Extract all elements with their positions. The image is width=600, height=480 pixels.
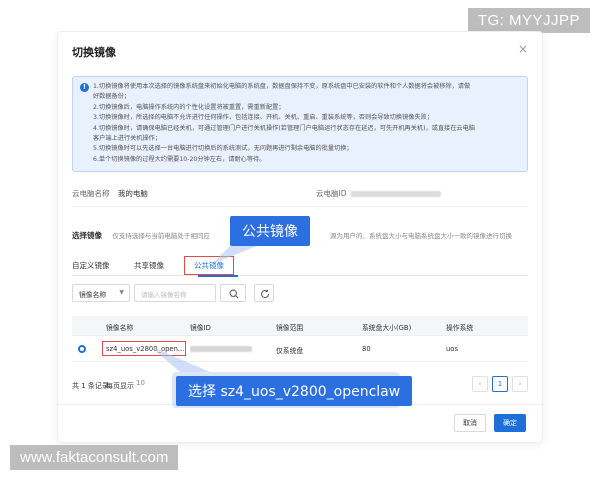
- callout-select-image: 选择 sz4_uos_v2800_openclaw: [176, 376, 413, 406]
- prev-page-button[interactable]: ‹: [472, 376, 488, 392]
- pager: ‹ 1 ›: [472, 376, 528, 394]
- col-header-id: 镜像ID: [190, 324, 211, 332]
- image-tabs: 自定义镜像 共享镜像 公共镜像: [72, 256, 528, 277]
- image-name-search-input[interactable]: 请输入镜像名称: [134, 284, 216, 302]
- page-1-button[interactable]: 1: [492, 376, 508, 392]
- watermark-bottom: www.faktaconsult.com: [10, 445, 179, 470]
- row-radio-selected[interactable]: [78, 345, 86, 353]
- page: TG: MYYJJPP 切换镜像 × ! 1.切换镜像将使用本次选择的镜像系统盘…: [0, 0, 600, 480]
- info-icon: !: [80, 83, 89, 92]
- notice-box: ! 1.切换镜像将使用本次选择的镜像系统盘来初始化电脑的系统盘，数据盘保持不变，…: [72, 76, 528, 172]
- pc-name-label: 云电脑名称: [72, 189, 110, 198]
- select-image-desc-tail: 源为用户的、系统盘大小与电脑系统盘大小一致的镜像进行切换: [330, 232, 512, 240]
- tab-shared-image[interactable]: 共享镜像: [134, 260, 164, 271]
- next-page-button[interactable]: ›: [512, 376, 528, 392]
- notice-line: 客户端上进行关机操作；: [93, 135, 162, 143]
- watermark-top: TG: MYYJJPP: [467, 8, 590, 33]
- search-icon: [229, 289, 239, 299]
- chevron-down-icon: ▼: [119, 289, 124, 296]
- pc-id-label: 云电脑ID: [316, 189, 347, 198]
- notice-line: 4.切换镜像时，请确保电脑已经关机，可通过管理门户进行关机操作(若管理门户电脑运…: [93, 124, 475, 132]
- image-table: 镜像名称 镜像ID 镜像范围 系统盘大小(GB) 操作系统 sz4_uos_v2…: [72, 316, 528, 362]
- tab-custom-image[interactable]: 自定义镜像: [72, 260, 110, 271]
- row-image-name: sz4_uos_v2800_open...: [102, 341, 186, 356]
- notice-line: 3.切换镜像时，所选择的电脑不允许进行任何操作，包括连接、开机、关机、重启、重装…: [93, 114, 434, 122]
- per-page-select[interactable]: 10: [136, 379, 145, 387]
- close-icon[interactable]: ×: [518, 42, 528, 56]
- row-disk-size: 80: [362, 345, 371, 353]
- per-page-label: 每页显示: [106, 382, 134, 390]
- tab-public-image[interactable]: 公共镜像: [184, 256, 234, 275]
- filter-field-select[interactable]: 镜像名称 ▼: [72, 284, 130, 302]
- pc-info-row: 云电脑名称 我的电脑 云电脑ID: [72, 188, 528, 199]
- pc-id-value-redacted: [350, 191, 441, 197]
- row-image-id-redacted: [190, 346, 252, 352]
- divider: [72, 206, 528, 207]
- notice-line: 好数据备份；: [93, 93, 131, 101]
- col-header-scope: 镜像范围: [276, 324, 304, 332]
- select-image-label: 选择镜像: [72, 231, 102, 240]
- col-header-name: 镜像名称: [106, 324, 134, 332]
- active-tab-underline: [198, 275, 238, 277]
- confirm-button[interactable]: 确定: [494, 414, 526, 432]
- total-records: 共 1 条记录: [72, 382, 109, 390]
- table-header: 镜像名称 镜像ID 镜像范围 系统盘大小(GB) 操作系统: [72, 316, 528, 336]
- notice-line: 2.切换镜像后，电脑操作系统内的个性化设置将被重置，需重新配置；: [93, 103, 285, 111]
- notice-line: 1.切换镜像将使用本次选择的镜像系统盘来初始化电脑的系统盘，数据盘保持不变，原系…: [93, 83, 471, 90]
- dialog-title: 切换镜像: [72, 46, 116, 59]
- refresh-button[interactable]: [254, 284, 274, 302]
- select-image-desc: 仅支持选择与当前电脑处于相同应: [112, 232, 210, 240]
- pc-id-field: 云电脑ID: [316, 188, 441, 199]
- notice-line: 6.单个切换镜像的过程大约需要10-20分钟左右，请耐心等待。: [93, 155, 266, 163]
- row-os: uos: [446, 345, 459, 353]
- cancel-button[interactable]: 取消: [454, 414, 486, 432]
- notice-line: 5.切换镜像时可以先选择一台电脑进行切换后的系统测试，无问题再进行剩余电脑的批量…: [93, 145, 353, 153]
- search-button[interactable]: [220, 284, 246, 302]
- callout-public-image: 公共镜像: [230, 216, 310, 246]
- row-image-scope: 仅系统盘: [276, 347, 304, 355]
- filter-field-value: 镜像名称: [79, 291, 107, 299]
- pc-name-value: 我的电脑: [117, 189, 148, 198]
- col-header-disk: 系统盘大小(GB): [362, 324, 412, 332]
- col-header-os: 操作系统: [446, 324, 474, 332]
- refresh-icon: [261, 289, 270, 299]
- table-row[interactable]: sz4_uos_v2800_open... 仅系统盘 80 uos: [72, 336, 528, 362]
